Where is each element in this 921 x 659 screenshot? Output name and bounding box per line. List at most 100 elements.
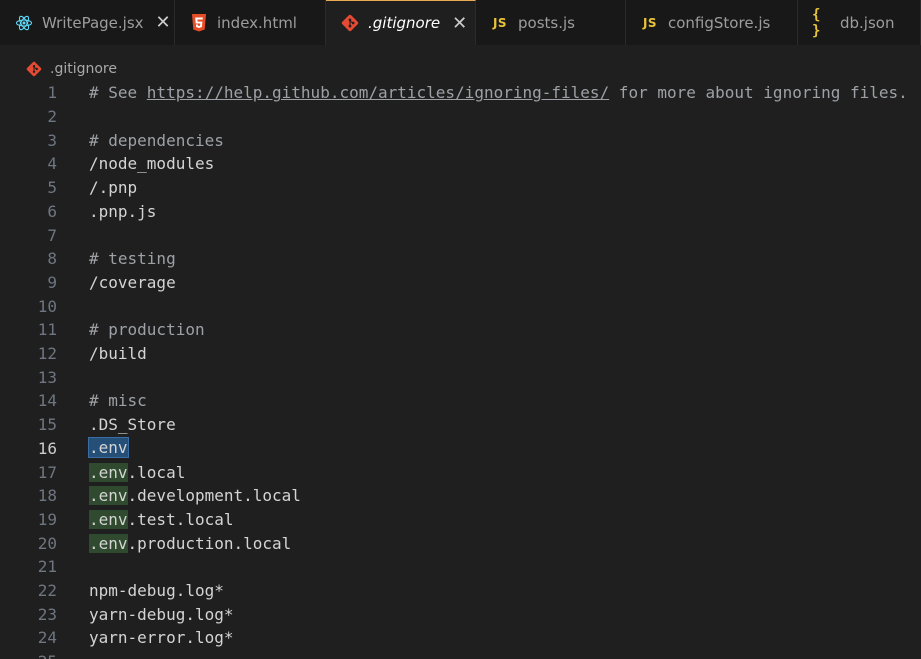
comment-text: for more about ignoring files.: [609, 83, 908, 103]
line-number: 14: [37, 391, 57, 411]
line-content: .env.local: [89, 462, 186, 482]
tab-label: WritePage.jsx: [42, 13, 144, 32]
line-content: # testing: [89, 249, 176, 269]
code-line[interactable]: 16 .env: [0, 437, 921, 461]
code-line[interactable]: 9/coverage: [0, 271, 921, 295]
code-editor[interactable]: 1 # See https://help.github.com/articles/…: [0, 82, 921, 659]
git-icon: [26, 61, 42, 77]
breadcrumb-file[interactable]: .gitignore: [50, 61, 117, 77]
code-line[interactable]: 20 .env.production.local: [0, 531, 921, 555]
code-line[interactable]: 3 # dependencies: [0, 128, 921, 152]
line-number: 10: [37, 296, 57, 316]
git-icon: [340, 13, 360, 33]
tab-gitignore[interactable]: .gitignore ✕: [326, 0, 476, 45]
code-line[interactable]: 12/build: [0, 342, 921, 366]
line-number: 1: [47, 83, 57, 103]
code-line[interactable]: 19 .env.test.local: [0, 508, 921, 532]
match-highlight: .env: [89, 533, 128, 553]
tab-posts-js[interactable]: JS posts.js: [476, 0, 626, 45]
react-icon: [14, 13, 34, 33]
code-line[interactable]: 13: [0, 365, 921, 389]
line-number: 21: [37, 557, 57, 577]
line-content: .pnp.js: [89, 201, 157, 221]
tab-index-html[interactable]: index.html: [175, 0, 326, 45]
code-line[interactable]: 7: [0, 223, 921, 247]
code-line[interactable]: 4/node_modules: [0, 152, 921, 176]
tab-label: configStore.js: [668, 13, 771, 32]
code-text: .development.local: [127, 486, 301, 506]
code-line[interactable]: 21: [0, 555, 921, 579]
tab-label: index.html: [217, 13, 297, 32]
html5-icon: [189, 13, 209, 33]
code-line[interactable]: 25: [0, 650, 921, 659]
tab-db-json[interactable]: { } db.json: [798, 0, 921, 45]
tab-label: .gitignore: [368, 14, 441, 32]
code-line[interactable]: 11 # production: [0, 318, 921, 342]
match-highlight: .env: [89, 486, 128, 506]
json-icon: { }: [812, 6, 821, 39]
js-icon: JS: [642, 15, 658, 30]
line-number: 22: [37, 581, 57, 601]
line-content: # See https://help.github.com/articles/i…: [89, 83, 908, 102]
line-number: 18: [37, 486, 57, 506]
line-number: 20: [37, 533, 57, 553]
line-content: .DS_Store: [89, 415, 176, 435]
code-line[interactable]: 22 npm-debug.log*: [0, 579, 921, 603]
line-content: /node_modules: [89, 154, 215, 174]
line-number: 19: [37, 509, 57, 529]
line-content: .env.development.local: [89, 486, 301, 506]
tab-configstore-js[interactable]: JS configStore.js: [626, 0, 798, 45]
tab-label: db.json: [840, 13, 895, 32]
line-content: # misc: [89, 391, 147, 411]
line-number: 5: [47, 178, 57, 198]
line-number: 2: [47, 107, 57, 127]
code-line[interactable]: 10: [0, 294, 921, 318]
match-highlight: .env: [89, 509, 128, 529]
code-line[interactable]: 5 /.pnp: [0, 176, 921, 200]
code-line[interactable]: 23 yarn-debug.log*: [0, 602, 921, 626]
code-line[interactable]: 1 # See https://help.github.com/articles/…: [0, 81, 921, 105]
line-number: 9: [47, 272, 57, 292]
code-line[interactable]: 8 # testing: [0, 247, 921, 271]
line-number: 12: [37, 344, 57, 364]
code-line[interactable]: 14 # misc: [0, 389, 921, 413]
line-number: 24: [37, 628, 57, 648]
code-line[interactable]: 15 .DS_Store: [0, 413, 921, 437]
line-number: 23: [37, 604, 57, 624]
line-content: yarn-error.log*: [89, 628, 234, 648]
close-icon[interactable]: ✕: [156, 12, 171, 33]
line-content: /build: [89, 344, 147, 364]
line-content: .env: [88, 437, 129, 459]
line-number: 4: [47, 154, 57, 174]
tab-label: posts.js: [518, 13, 575, 32]
line-number: 25: [7, 652, 57, 659]
line-content: npm-debug.log*: [89, 581, 224, 601]
line-content: # production: [89, 320, 205, 340]
line-content: # dependencies: [89, 130, 224, 150]
code-line[interactable]: 18 .env.development.local: [0, 484, 921, 508]
tab-writepage-jsx[interactable]: WritePage.jsx ✕: [0, 0, 175, 45]
code-text: .local: [127, 462, 186, 482]
line-content: /coverage: [89, 272, 176, 292]
selected-text[interactable]: .env: [88, 437, 129, 459]
line-number: 15: [37, 415, 57, 435]
line-content: .env.production.local: [89, 533, 292, 553]
tab-bar-bottom: [0, 45, 921, 56]
code-line[interactable]: 2: [0, 105, 921, 129]
comment-link[interactable]: https://help.github.com/articles/ignorin…: [147, 83, 609, 102]
code-line[interactable]: 17 .env.local: [0, 460, 921, 484]
close-icon[interactable]: ✕: [452, 13, 467, 34]
line-number: 8: [47, 249, 57, 269]
line-content: /.pnp: [89, 178, 138, 198]
code-text: .production.local: [127, 533, 292, 553]
line-number: 17: [37, 462, 57, 482]
comment-text: # See: [89, 83, 147, 103]
line-number: 11: [37, 320, 57, 340]
match-highlight: .env: [89, 462, 128, 482]
line-number: 13: [37, 367, 57, 387]
line-content: .env.test.local: [89, 509, 234, 529]
code-line[interactable]: 24 yarn-error.log*: [0, 626, 921, 650]
breadcrumb[interactable]: .gitignore: [26, 58, 117, 80]
code-text: .test.local: [127, 509, 234, 529]
code-line[interactable]: 6 .pnp.js: [0, 200, 921, 224]
